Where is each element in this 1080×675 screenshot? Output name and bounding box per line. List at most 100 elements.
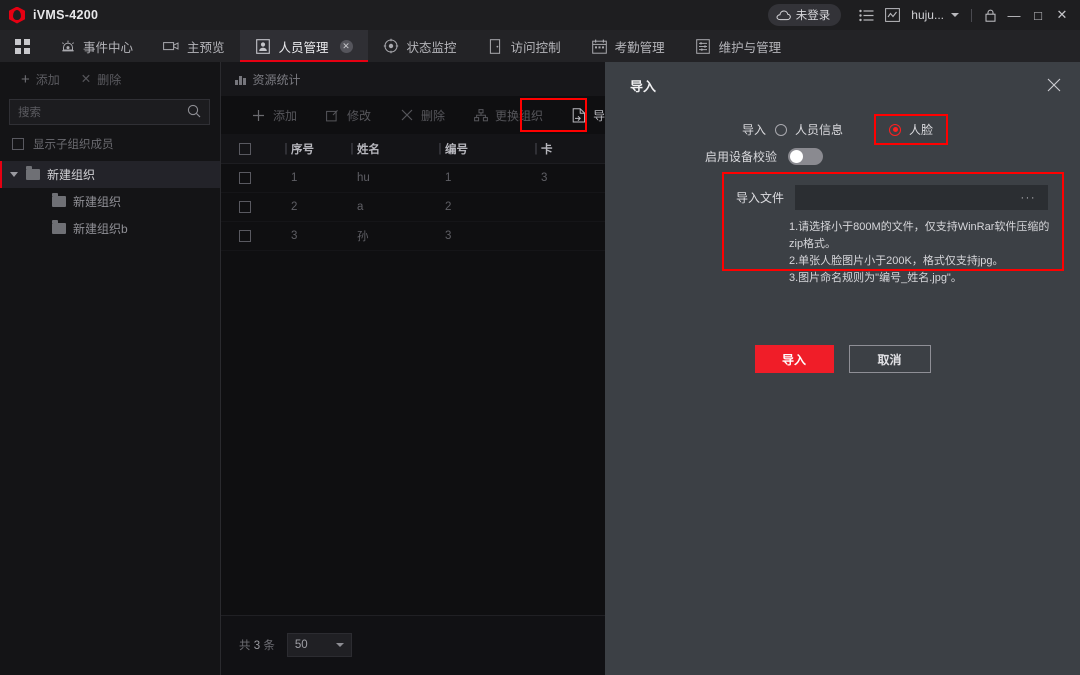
close-icon: ✕ [80,71,92,86]
sidebar-toolbar: + 添加 ✕ 删除 [0,62,220,96]
tab-close-icon[interactable]: ✕ [339,39,353,53]
cell-no: 2 [291,201,298,213]
browse-button[interactable]: ··· [1021,192,1037,204]
calendar-icon [591,38,608,55]
cloud-icon [776,9,791,21]
login-status-label: 未登录 [795,10,831,22]
tree-item-root[interactable]: 新建组织 [0,161,220,188]
import-confirm-button[interactable]: 导入 [754,345,834,373]
main-nav-bar: 事件中心 主预览 人员管理 ✕ 状态监控 访问控制 考勤管理 维护与管理 [0,30,1080,62]
chart-icon[interactable] [879,2,905,28]
radio-face[interactable]: 人脸 [889,121,933,138]
nav-item-event-center[interactable]: 事件中心 [44,30,148,62]
list-icon[interactable] [853,2,879,28]
close-icon [399,108,414,123]
toolbar-btn-label: 添加 [273,108,298,123]
cell-name: 孙 [357,231,369,243]
chevron-down-icon [335,643,344,647]
maximize-button[interactable]: □ [1026,3,1050,27]
apps-grid-icon[interactable] [0,30,44,62]
import-file-input[interactable]: ··· [795,185,1048,210]
cell-no: 1 [291,172,298,184]
plus-icon [251,108,266,123]
tree-item-child-2[interactable]: 新建组织b [0,215,220,242]
page-size-select[interactable]: 50 [286,633,352,657]
close-button[interactable]: ✕ [1050,3,1074,27]
person-card-icon [255,38,272,55]
delete-org-label: 删除 [97,72,122,87]
chevron-down-icon[interactable] [951,13,959,17]
col-divider: | [350,142,354,155]
add-org-label: 添加 [35,72,60,87]
note-line-3: 3.图片命名规则为"编号_姓名.jpg"。 [789,272,962,285]
tree-item-label: 新建组织b [73,222,128,236]
org-sidebar: + 添加 ✕ 删除 搜索 显示子组织成员 新建组织 新建组织 新建组织b [0,62,221,675]
tree-item-label: 新建组织 [73,195,122,209]
radio-person-info-label: 人员信息 [795,123,844,137]
nav-item-attendance[interactable]: 考勤管理 [576,30,680,62]
login-status-button[interactable]: 未登录 [767,4,842,26]
cell-name: a [357,201,364,213]
column-header-name[interactable]: 姓名 [357,141,435,157]
cell-code: 1 [445,172,452,184]
col-divider: | [438,142,442,155]
edit-icon [325,108,340,123]
tree-item-label: 新建组织 [47,168,96,182]
checkbox-icon [239,230,251,242]
app-logo-wrap: iVMS-4200 [0,6,98,24]
toolbar-add-button[interactable]: 添加 [237,102,311,129]
radio-face-wrap[interactable]: 人脸 [874,114,949,145]
radio-face-label: 人脸 [909,123,934,137]
show-sub-members-checkbox[interactable]: 显示子组织成员 [0,125,220,161]
import-file-label: 导入文件 [736,191,785,205]
col-divider: | [284,142,288,155]
column-header-code[interactable]: 编号 [445,141,531,157]
toolbar-btn-label: 修改 [347,108,372,123]
checkbox-icon [239,142,251,155]
nav-item-status-monitor[interactable]: 状态监控 [368,30,472,62]
user-menu-label[interactable]: huju... [905,8,946,22]
device-check-label: 启用设备校验 [705,150,778,164]
checkbox-icon [239,201,251,213]
select-all-checkbox[interactable] [221,142,281,155]
alarm-bell-icon [59,38,76,55]
radio-icon-selected [889,123,902,136]
lock-icon[interactable] [978,3,1002,27]
nav-item-main-preview[interactable]: 主预览 [148,30,240,62]
delete-org-button[interactable]: ✕ 删除 [72,67,131,92]
toolbar-btn-label: 删除 [421,108,446,123]
total-count-label: 共 3 条 [239,637,275,653]
nav-item-label: 主预览 [187,40,225,55]
device-check-row: 启用设备校验 [605,148,1080,165]
target-icon [383,38,400,55]
search-input[interactable]: 搜索 [9,99,210,125]
row-checkbox[interactable] [221,230,281,242]
nav-item-person-management[interactable]: 人员管理 ✕ [239,30,368,62]
row-checkbox[interactable] [221,201,281,213]
nav-item-maintenance[interactable]: 维护与管理 [680,30,797,62]
device-check-toggle[interactable] [788,148,824,165]
toolbar-edit-button[interactable]: 修改 [311,102,385,129]
import-dialog: 导入 导入 人员信息 人脸 启用设备校验 导入文件 ··· 1.请选择小于800… [605,62,1080,675]
minimize-button[interactable]: — [1002,3,1026,27]
nav-item-label: 考勤管理 [614,40,665,55]
column-header-no[interactable]: 序号 [291,141,347,157]
resource-stats-label: 资源统计 [252,72,301,87]
dialog-actions: 导入 取消 [605,345,1080,373]
row-checkbox[interactable] [221,172,281,184]
toolbar-delete-button[interactable]: 删除 [385,102,459,129]
nav-item-label: 人员管理 [278,40,329,55]
chevron-down-icon[interactable] [10,172,18,177]
door-icon [487,38,504,55]
search-icon[interactable] [187,104,201,121]
tree-item-child-1[interactable]: 新建组织 [0,188,220,215]
toolbar-change-org-button[interactable]: 更换组织 [459,102,557,129]
nav-item-access-control[interactable]: 访问控制 [472,30,576,62]
cancel-button[interactable]: 取消 [848,345,931,373]
dialog-close-icon[interactable] [1042,73,1066,97]
dialog-title: 导入 [630,79,657,94]
show-sub-members-label: 显示子组织成员 [33,139,114,151]
radio-person-info[interactable]: 人员信息 [775,121,843,138]
checkbox-icon [12,138,24,150]
add-org-button[interactable]: + 添加 [12,67,69,92]
